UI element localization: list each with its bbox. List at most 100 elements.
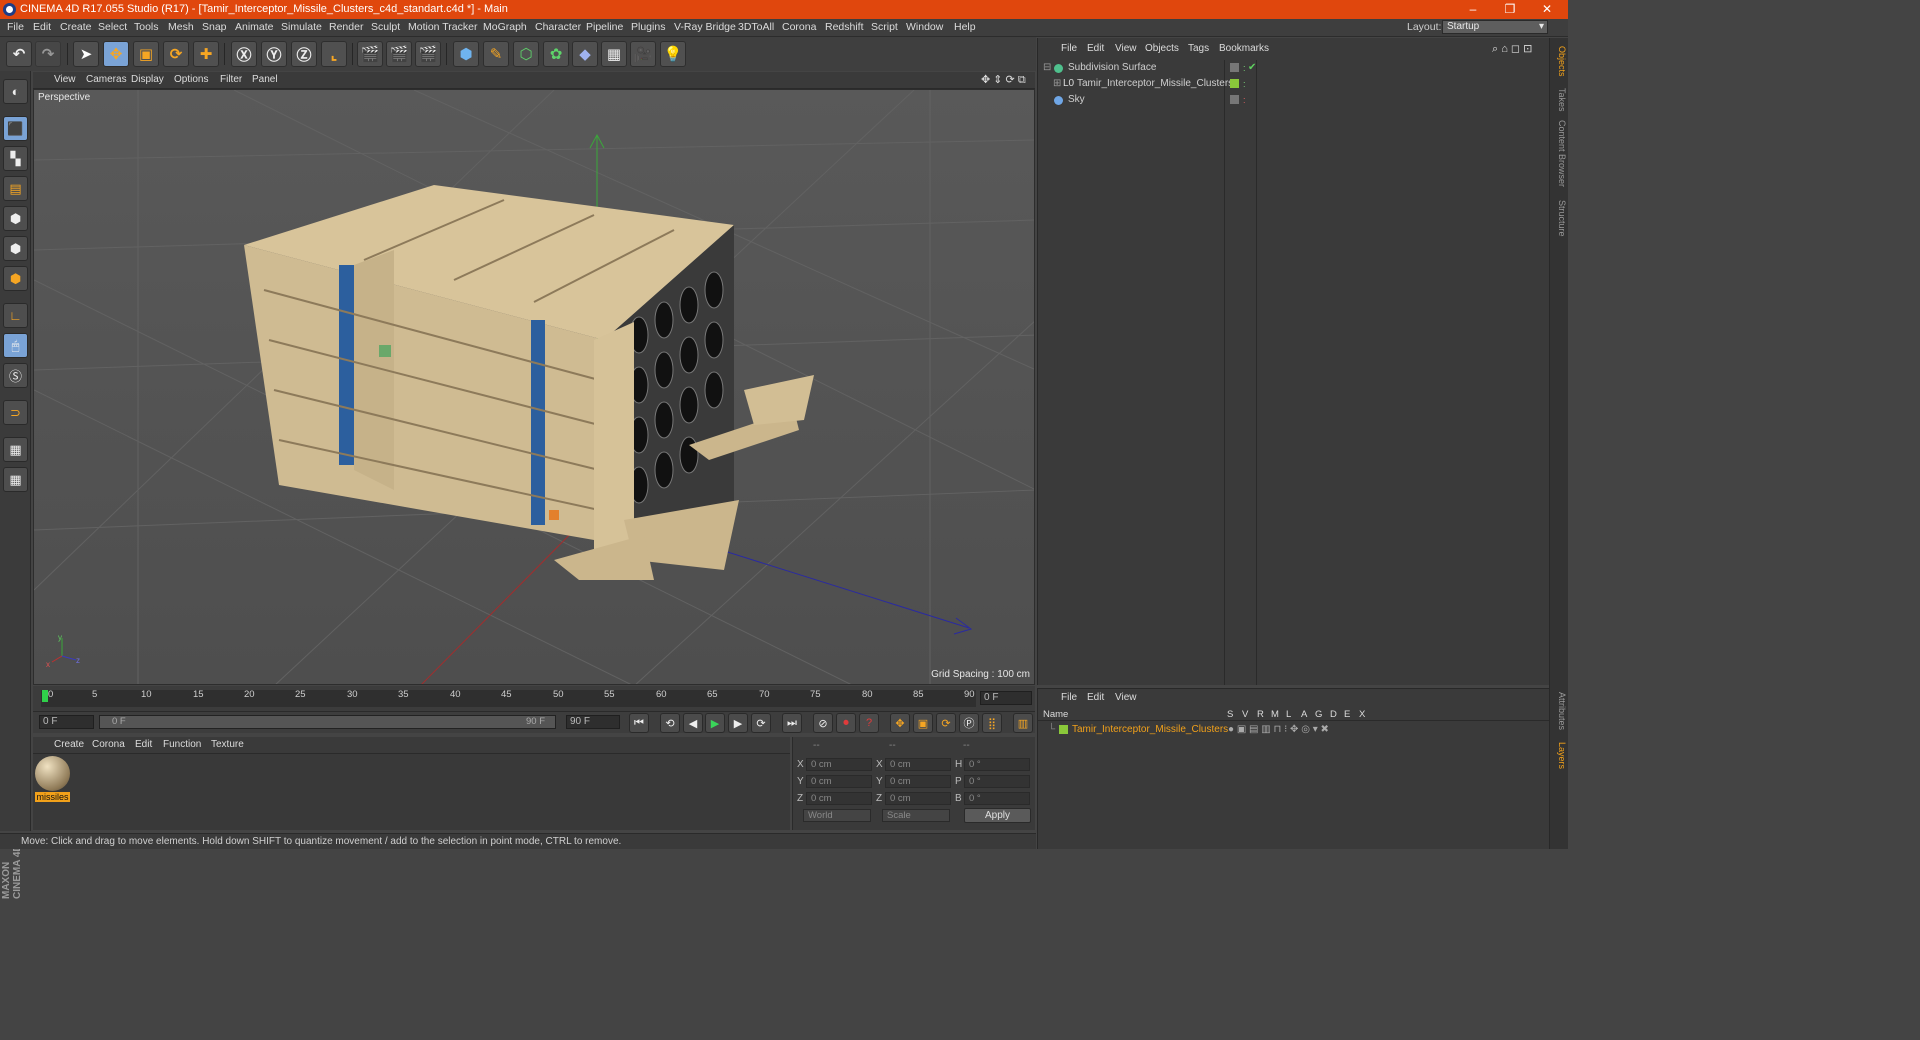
- objects-menu-view[interactable]: View: [1115, 43, 1137, 54]
- menu-script[interactable]: Script: [871, 21, 898, 33]
- tab-structure[interactable]: Structure: [1552, 200, 1567, 237]
- scale-tool-button[interactable]: ▣: [133, 41, 159, 67]
- add-floor-button[interactable]: ▦: [601, 41, 627, 67]
- live-selection-button[interactable]: ➤: [73, 41, 99, 67]
- recent-tools-button[interactable]: ✚: [193, 41, 219, 67]
- maximize-button[interactable]: ❐: [1493, 0, 1527, 19]
- object-row-sky[interactable]: Sky :: [1038, 92, 1550, 108]
- objects-menu-edit[interactable]: Edit: [1087, 43, 1104, 54]
- close-button[interactable]: ✕: [1530, 0, 1564, 19]
- play-button[interactable]: ▶: [705, 713, 725, 733]
- menu-plugins[interactable]: Plugins: [631, 21, 665, 33]
- layout-dropdown[interactable]: Startup ▾: [1442, 20, 1548, 34]
- menu-vray-bridge[interactable]: V-Ray Bridge: [674, 21, 736, 33]
- layer-col-xref[interactable]: X: [1359, 709, 1365, 720]
- menu-tools[interactable]: Tools: [134, 21, 159, 33]
- menu-motion-tracker[interactable]: Motion Tracker: [408, 21, 477, 33]
- key-rotation-button[interactable]: ⟳: [936, 713, 956, 733]
- add-light-button[interactable]: 💡: [660, 41, 686, 67]
- end-frame-field[interactable]: 90 F: [566, 715, 620, 729]
- add-array-button[interactable]: ✿: [543, 41, 569, 67]
- menu-simulate[interactable]: Simulate: [281, 21, 322, 33]
- frame-range-slider[interactable]: 0 F 90 F: [99, 715, 556, 729]
- menu-character[interactable]: Character: [535, 21, 581, 33]
- layer-row[interactable]: └ Tamir_Interceptor_Missile_Clusters ● ▣…: [1038, 722, 1550, 738]
- render-settings-button[interactable]: 🎬: [415, 41, 441, 67]
- menu-mesh[interactable]: Mesh: [168, 21, 194, 33]
- object-row-missile-clusters[interactable]: ⊞ L0 Tamir_Interceptor_Missile_Clusters …: [1038, 76, 1550, 92]
- tab-objects[interactable]: Objects: [1552, 46, 1567, 77]
- model-mode-button[interactable]: ⬛: [3, 116, 28, 141]
- make-editable-button[interactable]: ◐: [3, 79, 28, 104]
- material-menu-edit[interactable]: Edit: [135, 739, 152, 750]
- objects-menu-tags[interactable]: Tags: [1188, 43, 1209, 54]
- go-to-start-button[interactable]: ⏮: [629, 713, 649, 733]
- viewport-menu-view[interactable]: View: [54, 74, 76, 85]
- previous-keyframe-button[interactable]: ⟲: [660, 713, 680, 733]
- z-axis-lock-button[interactable]: Ⓩ: [291, 41, 317, 67]
- timeline-window-button[interactable]: ▥: [1013, 713, 1033, 733]
- enabled-check-icon[interactable]: ✔: [1248, 60, 1256, 76]
- layer-col-view[interactable]: V: [1242, 709, 1248, 720]
- layers-menu-file[interactable]: File: [1061, 692, 1077, 703]
- add-deformer-button[interactable]: ◆: [572, 41, 598, 67]
- record-keyframe-button[interactable]: ⏺: [836, 713, 856, 733]
- render-view-button[interactable]: 🎬: [357, 41, 383, 67]
- tab-takes[interactable]: Takes: [1552, 88, 1567, 112]
- layers-menu-view[interactable]: View: [1115, 692, 1137, 703]
- layer-col-locked[interactable]: L: [1286, 709, 1291, 720]
- layer-col-animation[interactable]: A: [1301, 709, 1307, 720]
- layer-col-expressions[interactable]: E: [1344, 709, 1350, 720]
- key-position-button[interactable]: ✥: [890, 713, 910, 733]
- motion-recording-button[interactable]: ⊘: [813, 713, 833, 733]
- apply-button[interactable]: Apply: [964, 808, 1031, 823]
- object-row-subdivision-surface[interactable]: ⊟ Subdivision Surface : ✔: [1038, 60, 1550, 76]
- polygons-mode-button[interactable]: ⬢: [3, 266, 28, 291]
- move-tool-button[interactable]: ✥: [103, 41, 129, 67]
- menu-file[interactable]: File: [7, 21, 24, 33]
- tweak-mode-button[interactable]: 🖱: [3, 333, 28, 358]
- coord-size-x-input[interactable]: 0 cm: [885, 758, 951, 771]
- layer-color-swatch[interactable]: [1059, 725, 1068, 734]
- previous-frame-button[interactable]: ◀: [683, 713, 703, 733]
- material-menu-corona[interactable]: Corona: [92, 739, 125, 750]
- coord-size-z-input[interactable]: 0 cm: [885, 792, 951, 805]
- visibility-dots-icon[interactable]: :: [1243, 92, 1246, 108]
- layer-color-swatch[interactable]: [1230, 79, 1239, 88]
- snap-button[interactable]: ⊃: [3, 400, 28, 425]
- viewport-menu-options[interactable]: Options: [174, 74, 208, 85]
- layer-col-generators[interactable]: G: [1315, 709, 1322, 720]
- visibility-dots-icon[interactable]: :: [1243, 76, 1246, 92]
- coord-pos-z-input[interactable]: 0 cm: [806, 792, 872, 805]
- coordinate-space-dropdown[interactable]: World: [803, 809, 871, 822]
- object-manager-nav-icons[interactable]: ⌕ ⌂ ◻ ⊡: [1492, 42, 1532, 56]
- key-parameter-button[interactable]: Ⓟ: [959, 713, 979, 733]
- layer-col-manager[interactable]: M: [1271, 709, 1279, 720]
- menu-animate[interactable]: Animate: [235, 21, 274, 33]
- tab-layers[interactable]: Layers: [1552, 742, 1567, 769]
- autokey-button[interactable]: ?: [859, 713, 879, 733]
- menu-sculpt[interactable]: Sculpt: [371, 21, 400, 33]
- menu-help[interactable]: Help: [954, 21, 976, 33]
- menu-snap[interactable]: Snap: [202, 21, 227, 33]
- redo-button[interactable]: ↷: [35, 41, 61, 67]
- start-frame-field[interactable]: 0 F: [39, 715, 94, 729]
- objects-menu-file[interactable]: File: [1061, 43, 1077, 54]
- add-pen-spline-button[interactable]: ✎: [483, 41, 509, 67]
- menu-render[interactable]: Render: [329, 21, 363, 33]
- axis-mode-button[interactable]: ∟: [3, 303, 28, 328]
- key-scale-button[interactable]: ▣: [913, 713, 933, 733]
- planar-workplane-button[interactable]: ▦: [3, 467, 28, 492]
- material-menu-texture[interactable]: Texture: [211, 739, 244, 750]
- go-to-end-button[interactable]: ⏭: [782, 713, 802, 733]
- viewport-menu-panel[interactable]: Panel: [252, 74, 278, 85]
- objects-menu-objects[interactable]: Objects: [1145, 43, 1179, 54]
- undo-button[interactable]: ↶: [6, 41, 32, 67]
- menu-3dtoall[interactable]: 3DToAll: [738, 21, 774, 33]
- add-cube-button[interactable]: ⬢: [453, 41, 479, 67]
- edges-mode-button[interactable]: ⬢: [3, 236, 28, 261]
- layer-col-render[interactable]: R: [1257, 709, 1264, 720]
- size-mode-dropdown[interactable]: Scale: [882, 809, 950, 822]
- material-swatch[interactable]: missiles: [35, 756, 70, 802]
- minimize-button[interactable]: –: [1456, 0, 1490, 19]
